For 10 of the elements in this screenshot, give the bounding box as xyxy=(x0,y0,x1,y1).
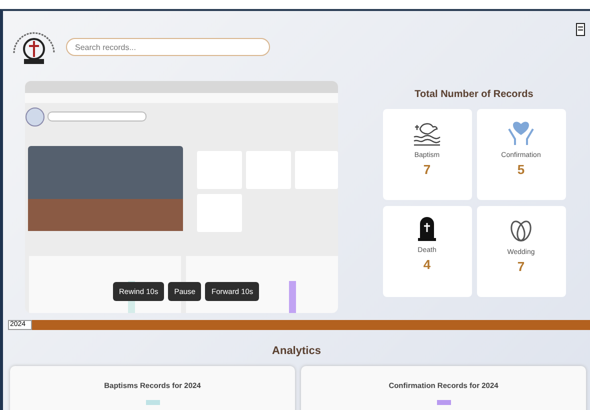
record-count: 5 xyxy=(517,162,525,177)
record-count: 7 xyxy=(517,259,525,274)
search-field[interactable]: Search records... xyxy=(66,38,270,56)
document-icon[interactable] xyxy=(576,23,585,36)
heart-hands-icon xyxy=(506,119,536,147)
record-count: 4 xyxy=(423,257,431,272)
analytics-title: Analytics xyxy=(271,345,322,357)
records-title: Total Number of Records xyxy=(414,89,534,100)
tombstone-icon xyxy=(417,216,437,242)
record-count: 7 xyxy=(423,162,431,177)
